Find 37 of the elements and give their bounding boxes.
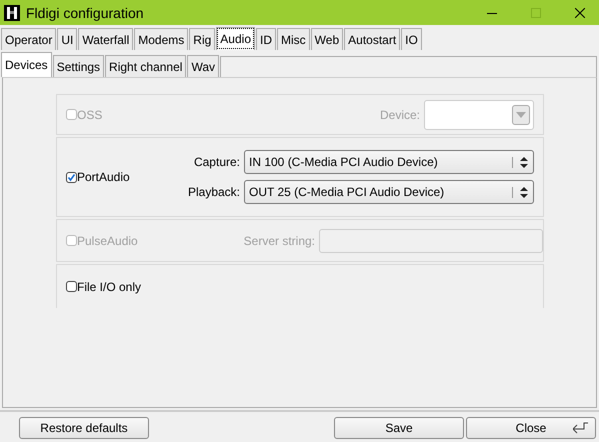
checkbox[interactable] <box>66 281 77 292</box>
window-title: Fldigi configuration <box>26 4 145 20</box>
tab[interactable]: Misc <box>277 28 310 50</box>
tab[interactable]: Web <box>310 28 344 50</box>
action-button[interactable]: Restore defaults <box>19 417 149 439</box>
tab[interactable]: Settings <box>52 55 104 77</box>
check-icon <box>67 172 76 182</box>
tab[interactable]: IO <box>401 28 422 50</box>
field-label: Capture: <box>194 155 240 169</box>
tab[interactable]: Wav <box>187 55 219 77</box>
return-key-icon <box>573 422 589 434</box>
tab[interactable]: UI <box>57 28 78 50</box>
checkbox-label: PulseAudio <box>77 234 138 248</box>
tab[interactable]: Audio <box>216 27 255 50</box>
tab[interactable]: Waterfall <box>78 28 134 50</box>
tab[interactable]: Operator <box>1 28 56 50</box>
playback-dropdown[interactable]: OUT 25 (C-Media PCI Audio Device) <box>244 180 534 204</box>
tab[interactable]: Devices <box>1 52 52 77</box>
checkbox-label: PortAudio <box>77 170 130 184</box>
maximize-icon <box>531 8 541 18</box>
action-button[interactable]: Save <box>334 417 464 439</box>
field-label: Playback: <box>188 185 240 199</box>
close-icon[interactable] <box>575 8 585 18</box>
capture-dropdown[interactable]: IN 100 (C-Media PCI Audio Device) <box>244 150 534 174</box>
field-label: Server string: <box>244 234 315 248</box>
checkbox-label: File I/O only <box>77 280 142 294</box>
field-label: Device: <box>380 108 420 122</box>
checkbox-label: OSS <box>77 108 102 122</box>
tab[interactable]: ID <box>256 28 276 50</box>
action-button[interactable]: Close <box>466 417 596 439</box>
tab[interactable]: Autostart <box>344 28 400 50</box>
checkbox[interactable] <box>66 172 77 182</box>
tab[interactable]: Modems <box>134 28 188 50</box>
tab[interactable]: Rig <box>189 28 216 50</box>
tab[interactable]: Right channel <box>105 55 186 77</box>
dropdown-arrow-icon <box>516 112 526 118</box>
app-icon <box>4 4 20 20</box>
